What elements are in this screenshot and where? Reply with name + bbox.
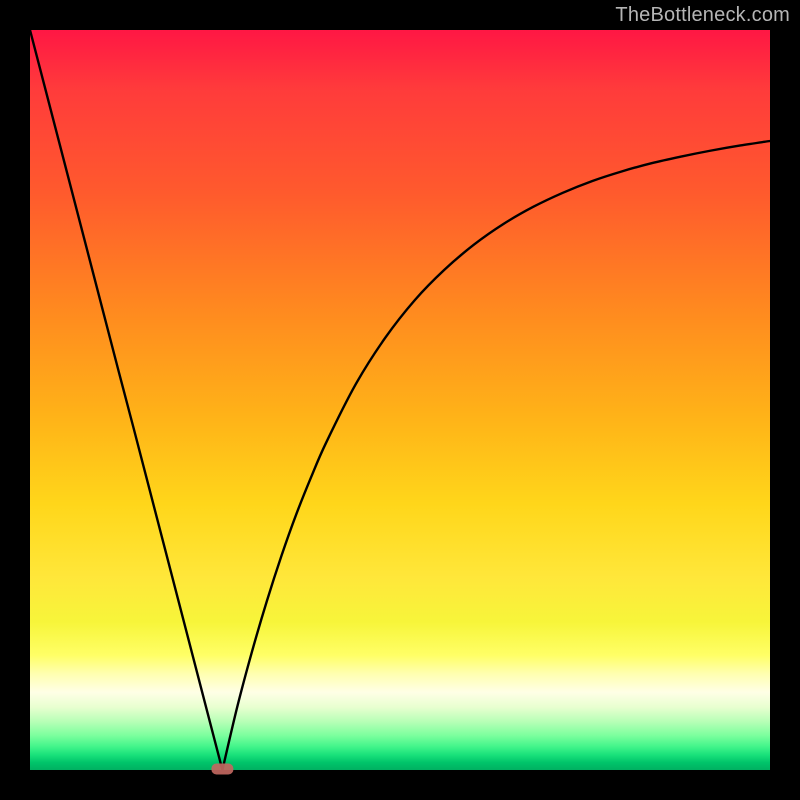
- plot-area: [30, 30, 770, 770]
- bottleneck-curve: [30, 30, 770, 770]
- chart-frame: TheBottleneck.com: [0, 0, 800, 800]
- minimum-marker: [211, 764, 233, 775]
- curve-layer: [30, 30, 770, 770]
- watermark-text: TheBottleneck.com: [615, 4, 790, 27]
